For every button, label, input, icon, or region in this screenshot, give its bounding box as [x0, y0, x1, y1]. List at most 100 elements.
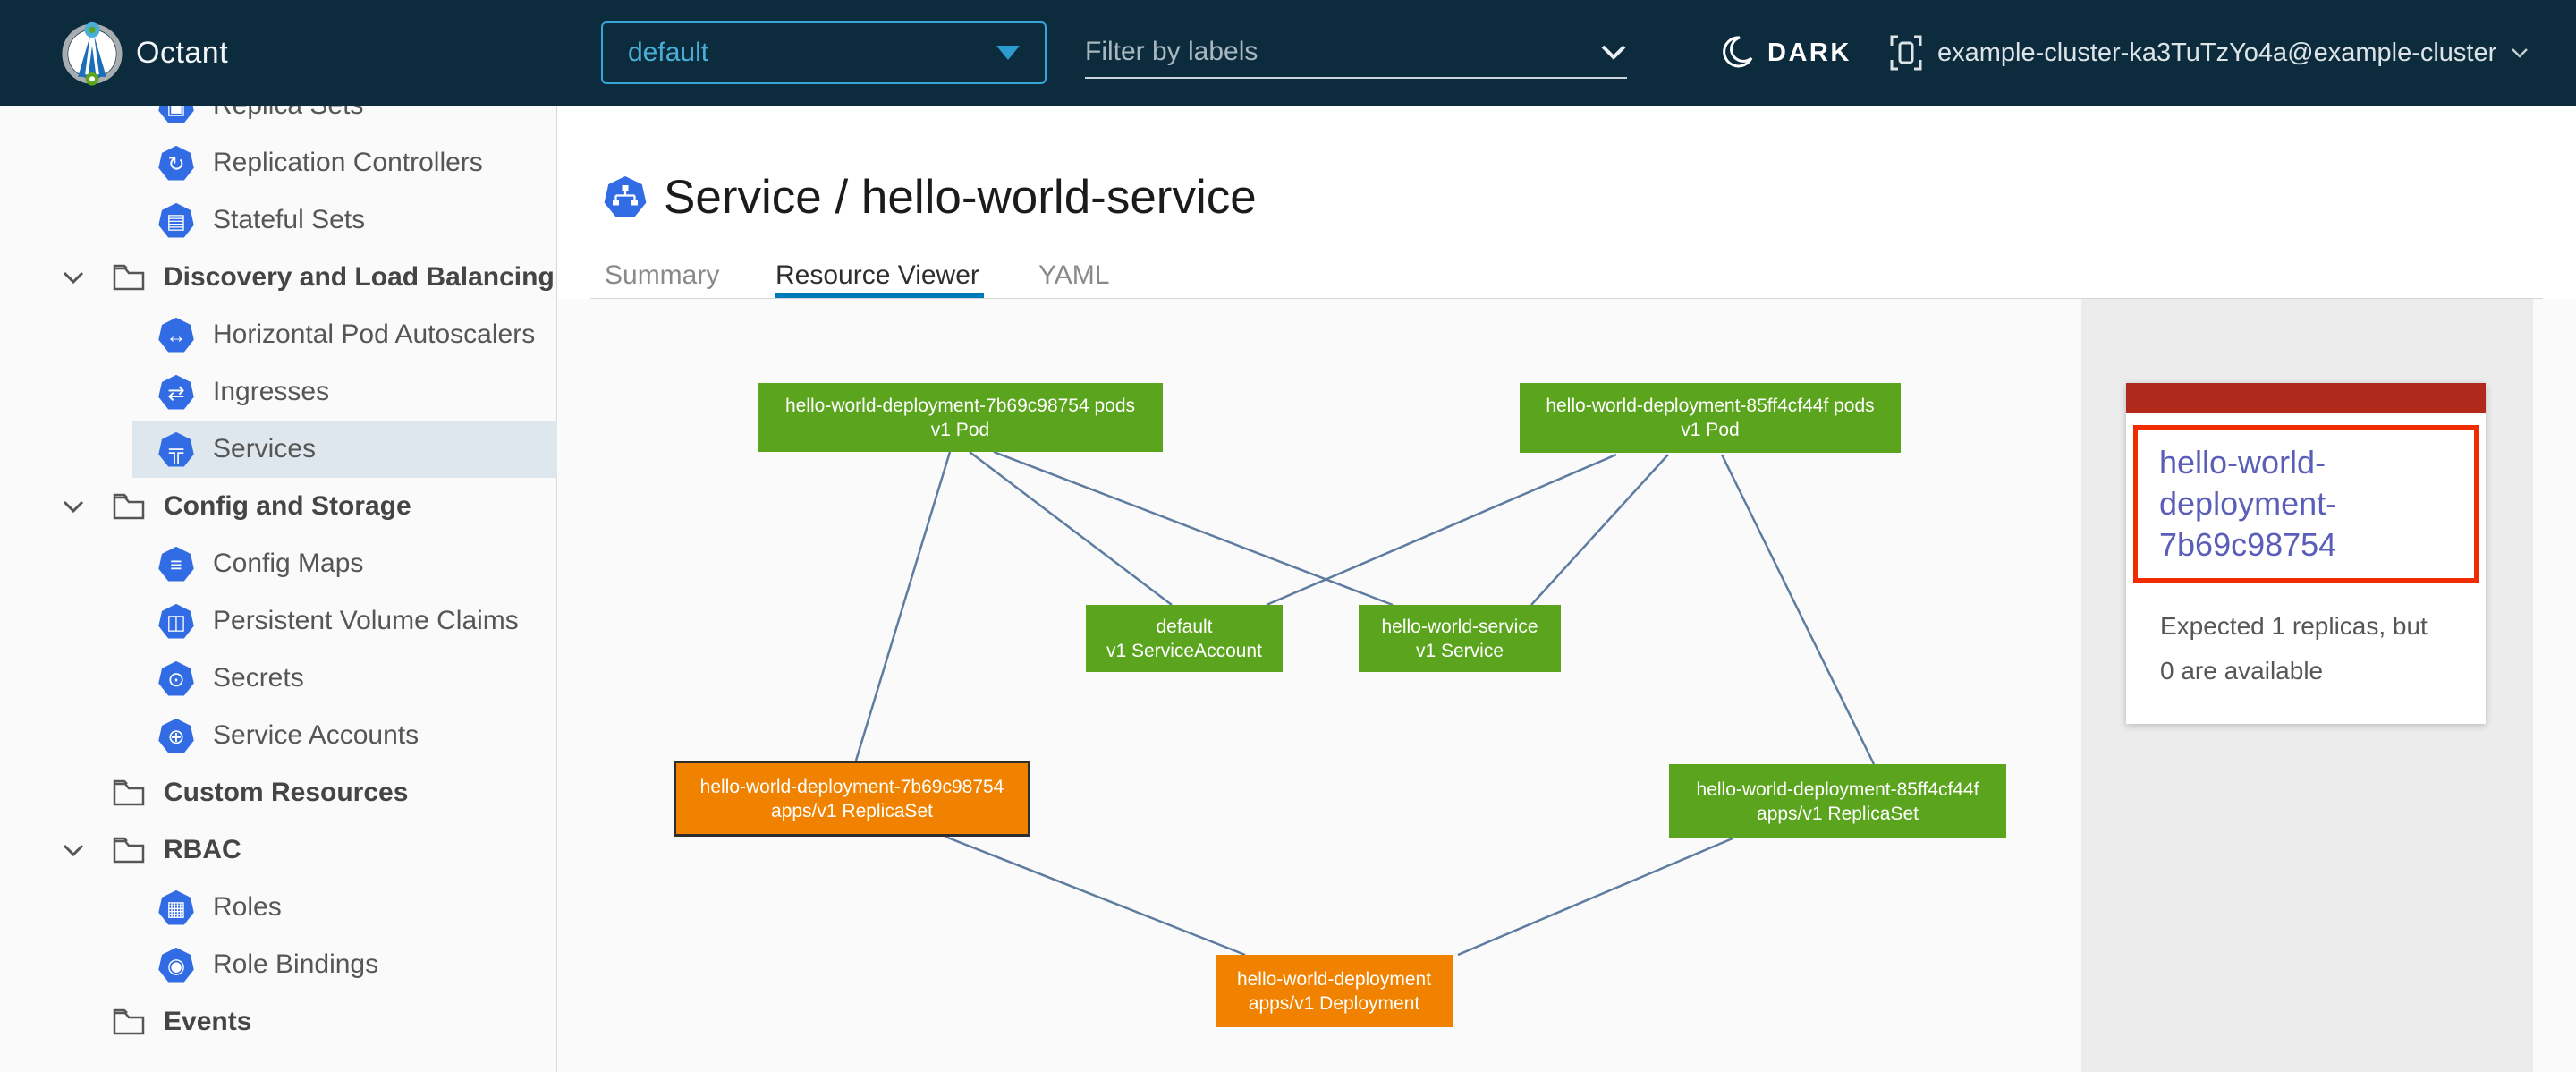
graph-edge: [945, 837, 1245, 955]
sidebar-item-replication-controllers[interactable]: ↻ Replication Controllers: [0, 134, 557, 191]
pvc-icon: ◫: [157, 603, 195, 641]
secrets-icon: ⊙: [157, 660, 195, 698]
graph-node-replicaset-85ff4cf44f[interactable]: hello-world-deployment-85ff4cf44f apps/v…: [1669, 764, 2006, 838]
folder-icon: [113, 263, 145, 291]
graph-edge: [856, 452, 950, 761]
app-title: Octant: [136, 0, 228, 106]
node-kind: apps/v1 Deployment: [1249, 991, 1419, 1016]
sidebar-item-services[interactable]: ╦ Services: [0, 421, 557, 478]
sidebar-item-ingresses[interactable]: ⇄ Ingresses: [0, 363, 557, 421]
node-kind: v1 Pod: [931, 418, 989, 442]
config-maps-icon: ≡: [157, 546, 195, 583]
detail-panel: hello-world-deployment-7b69c98754 Expect…: [2081, 299, 2533, 1072]
hpa-icon: ↔: [157, 317, 195, 354]
sidebar-item-label: Horizontal Pod Autoscalers: [213, 306, 535, 363]
node-kind: apps/v1 ReplicaSet: [1757, 802, 1919, 826]
sidebar-group-custom-resources[interactable]: Custom Resources: [0, 764, 557, 821]
sidebar-item-service-accounts[interactable]: ⊕ Service Accounts: [0, 707, 557, 764]
ingresses-icon: ⇄: [157, 374, 195, 412]
chevron-down-icon[interactable]: [1600, 44, 1627, 60]
page-title-row: Service / hello-world-service: [603, 170, 1257, 225]
sidebar-item-persistent-volume-claims[interactable]: ◫ Persistent Volume Claims: [0, 592, 557, 650]
chevron-down-icon: [63, 271, 84, 285]
moon-icon: [1719, 35, 1755, 71]
graph-edge: [1722, 455, 1874, 764]
node-kind: v1 ServiceAccount: [1106, 639, 1262, 663]
namespace-value: default: [628, 38, 996, 68]
scroll-gutter: [2533, 299, 2576, 1072]
sidebar-item-label: Roles: [213, 879, 282, 936]
resource-status-card: hello-world-deployment-7b69c98754 Expect…: [2126, 383, 2486, 724]
sidebar: ▣ Replica Sets ↻ Replication Controllers…: [0, 0, 557, 1072]
node-kind: v1 Service: [1416, 639, 1504, 663]
sidebar-group-label: Custom Resources: [164, 764, 408, 821]
folder-icon: [113, 1008, 145, 1035]
role-bindings-icon: ◉: [157, 947, 195, 984]
node-name: hello-world-service: [1381, 615, 1538, 639]
graph-node-serviceaccount-default[interactable]: default v1 ServiceAccount: [1086, 605, 1283, 672]
status-message: Expected 1 replicas, but 0 are available: [2126, 604, 2466, 693]
sidebar-group-rbac[interactable]: RBAC: [0, 821, 557, 879]
node-name: hello-world-deployment: [1237, 967, 1431, 991]
sidebar-item-label: Services: [213, 421, 316, 478]
sidebar-item-label: Persistent Volume Claims: [213, 592, 519, 650]
graph-node-pod-7b69c98754[interactable]: hello-world-deployment-7b69c98754 pods v…: [758, 383, 1163, 452]
sidebar-item-secrets[interactable]: ⊙ Secrets: [0, 650, 557, 707]
page-title: Service / hello-world-service: [664, 170, 1257, 225]
node-name: hello-world-deployment-85ff4cf44f: [1697, 778, 1979, 802]
top-header: Octant default Filter by labels DARK exa…: [0, 0, 2576, 106]
sidebar-item-role-bindings[interactable]: ◉ Role Bindings: [0, 936, 557, 993]
node-name: hello-world-deployment-7b69c98754: [700, 775, 1004, 799]
resource-link[interactable]: hello-world-deployment-7b69c98754: [2159, 442, 2453, 566]
replication-controllers-icon: ↻: [157, 145, 195, 183]
sidebar-group-events[interactable]: Events: [0, 993, 557, 1051]
graph-edge: [1458, 838, 1733, 955]
sidebar-group-label: Events: [164, 993, 251, 1051]
tab-summary[interactable]: Summary: [605, 253, 719, 298]
chevron-down-icon: [2511, 47, 2529, 58]
service-icon: [603, 175, 648, 220]
filter-placeholder: Filter by labels: [1085, 37, 1600, 67]
dark-label: DARK: [1767, 38, 1852, 68]
filter-by-labels-input[interactable]: Filter by labels: [1085, 27, 1627, 79]
graph-edge: [1267, 455, 1616, 605]
tab-resource-viewer[interactable]: Resource Viewer: [775, 253, 979, 298]
folder-icon: [113, 492, 145, 520]
octant-logo-icon: [57, 18, 127, 88]
tab-yaml[interactable]: YAML: [1038, 253, 1109, 298]
cluster-icon: [1889, 34, 1923, 72]
node-name: hello-world-deployment-85ff4cf44f pods: [1546, 394, 1874, 418]
dark-mode-toggle[interactable]: DARK: [1719, 0, 1852, 106]
graph-edge: [970, 452, 1172, 605]
sidebar-item-label: Service Accounts: [213, 707, 419, 764]
selected-row-highlight: [132, 421, 557, 478]
graph-node-service-hello-world[interactable]: hello-world-service v1 Service: [1359, 605, 1561, 672]
sidebar-item-label: Stateful Sets: [213, 191, 365, 249]
namespace-dropdown[interactable]: default: [601, 21, 1046, 84]
sidebar-item-label: Config Maps: [213, 535, 363, 592]
sidebar-item-config-maps[interactable]: ≡ Config Maps: [0, 535, 557, 592]
sidebar-item-stateful-sets[interactable]: ▤ Stateful Sets: [0, 191, 557, 249]
sidebar-group-discovery-load-balancing[interactable]: Discovery and Load Balancing: [0, 249, 557, 306]
main-content: Service / hello-world-service Summary Re…: [558, 106, 2576, 1072]
sidebar-item-label: Role Bindings: [213, 936, 378, 993]
node-kind: apps/v1 ReplicaSet: [771, 799, 933, 823]
sidebar-item-horizontal-pod-autoscalers[interactable]: ↔ Horizontal Pod Autoscalers: [0, 306, 557, 363]
sidebar-item-label: Ingresses: [213, 363, 329, 421]
graph-node-deployment[interactable]: hello-world-deployment apps/v1 Deploymen…: [1216, 955, 1453, 1027]
sidebar-group-label: Discovery and Load Balancing: [164, 249, 555, 306]
sidebar-group-config-and-storage[interactable]: Config and Storage: [0, 478, 557, 535]
graph-node-pod-85ff4cf44f[interactable]: hello-world-deployment-85ff4cf44f pods v…: [1520, 383, 1901, 453]
sidebar-item-roles[interactable]: ▦ Roles: [0, 879, 557, 936]
cluster-name: example-cluster-ka3TuTzYo4a@example-clus…: [1937, 38, 2496, 68]
node-kind: v1 Pod: [1681, 418, 1739, 442]
sidebar-item-label: Replication Controllers: [213, 134, 483, 191]
graph-node-replicaset-7b69c98754-selected[interactable]: hello-world-deployment-7b69c98754 apps/v…: [674, 761, 1030, 837]
graph-edge: [994, 452, 1393, 605]
cluster-selector[interactable]: example-cluster-ka3TuTzYo4a@example-clus…: [1889, 0, 2529, 106]
sidebar-item-label: Secrets: [213, 650, 304, 707]
selected-resource-box: hello-world-deployment-7b69c98754: [2133, 425, 2479, 583]
resource-viewer-graph: hello-world-deployment-7b69c98754 pods v…: [558, 299, 2081, 1072]
service-accounts-icon: ⊕: [157, 718, 195, 755]
octant-app: ▣ Replica Sets ↻ Replication Controllers…: [0, 0, 2576, 1072]
